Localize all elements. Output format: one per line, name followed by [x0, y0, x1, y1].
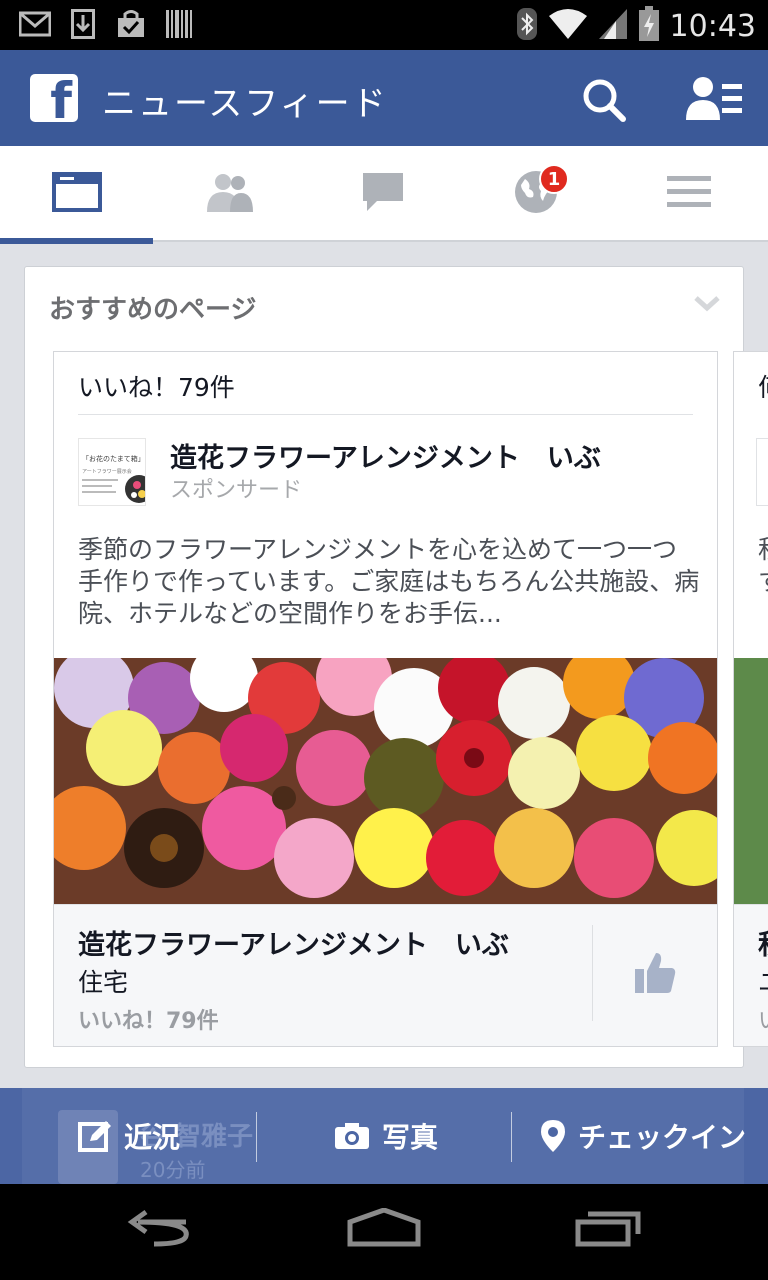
tab-friends[interactable] [153, 146, 306, 242]
clock: 10:43 [669, 8, 756, 44]
svg-text:「お花のたまて箱」: 「お花のたまて箱」 [82, 454, 145, 463]
status-update-button[interactable]: 近況 [78, 1088, 180, 1184]
suggested-pages-heading: おすすめのページ [49, 295, 257, 325]
bluetooth-icon [516, 7, 538, 45]
photo-button[interactable]: 写真 [334, 1088, 438, 1184]
tab-bar: 1 [0, 146, 768, 244]
friend-requests-icon[interactable] [686, 76, 742, 122]
footer-page-name[interactable]: 造花フラワーアレンジメント いぶ [78, 923, 509, 962]
page-name[interactable]: 造花フラワーアレンジメント いぶ [170, 436, 601, 475]
app-header: f ニュースフィード [0, 50, 768, 146]
page-likes-count: いいね！79件 [78, 373, 235, 402]
tab-notifications[interactable]: 1 [459, 146, 612, 242]
messages-icon [361, 171, 405, 217]
barcode-icon [162, 8, 196, 40]
page-profile-thumbnail[interactable]: 「お花のたまて箱」 アートフラワー展示会 [78, 438, 146, 506]
facebook-logo-icon[interactable]: f [30, 74, 78, 122]
suggested-page-item[interactable]: いいね！79件 「お花のたまて箱」 アートフラワー展示会 造花フラワーアレンジメ… [53, 351, 718, 1047]
divider [511, 1112, 512, 1162]
camera-icon [335, 1123, 369, 1149]
notification-badge: 1 [539, 164, 569, 194]
tab-messages[interactable] [306, 146, 459, 242]
shopping-bag-icon [114, 8, 148, 40]
wifi-icon [548, 8, 588, 44]
home-icon[interactable] [346, 1207, 426, 1256]
page-cover-photo[interactable] [54, 658, 717, 904]
tab-news-feed[interactable] [0, 146, 153, 244]
signal-icon [598, 8, 628, 44]
download-icon [66, 8, 100, 40]
page-footer: 造花フラワーアレンジメント いぶ 住宅 いいね！79件 [54, 904, 717, 1046]
search-icon[interactable] [582, 78, 626, 122]
composer-bar: 谷 智雅子 20分前 近況 写真 チェックイン [0, 1088, 768, 1184]
divider [78, 414, 693, 415]
menu-icon [666, 174, 712, 214]
page-description: 季節のフラワーアレンジメントを心を込めて一つ一つ手作りで作っています。ご家庭はも… [78, 535, 700, 628]
gmail-icon [18, 8, 52, 40]
edit-icon [78, 1121, 111, 1152]
active-tab-indicator [0, 238, 153, 244]
check-in-button[interactable]: チェックイン [540, 1088, 746, 1184]
news-feed-icon [51, 172, 102, 216]
system-nav-bar [0, 1184, 768, 1280]
battery-charging-icon [638, 6, 660, 46]
location-pin-icon [541, 1120, 565, 1152]
footer-likes-count: いいね！79件 [78, 1009, 219, 1034]
like-page-button[interactable] [634, 951, 676, 995]
thumbs-up-icon [635, 953, 676, 993]
tab-menu[interactable] [612, 146, 765, 242]
page-category: 住宅 [78, 968, 129, 997]
recent-apps-icon[interactable] [574, 1208, 654, 1256]
svg-text:アートフラワー展示会: アートフラワー展示会 [82, 468, 132, 475]
page-title: ニュースフィード [102, 84, 388, 124]
back-icon[interactable] [124, 1208, 204, 1256]
next-suggested-page-preview[interactable]: 何 秋 す 秋 ユ い [733, 351, 768, 1047]
divider [592, 925, 593, 1021]
suggested-pages-card: おすすめのページ いいね！79件 「お花のたまて箱」 アートフラワー展示会 造花… [24, 266, 768, 1068]
sponsored-label: スポンサード [170, 478, 303, 503]
friends-icon [205, 172, 255, 216]
chevron-down-icon[interactable] [693, 293, 721, 313]
divider [256, 1112, 257, 1162]
status-bar: 10:43 [0, 0, 768, 50]
